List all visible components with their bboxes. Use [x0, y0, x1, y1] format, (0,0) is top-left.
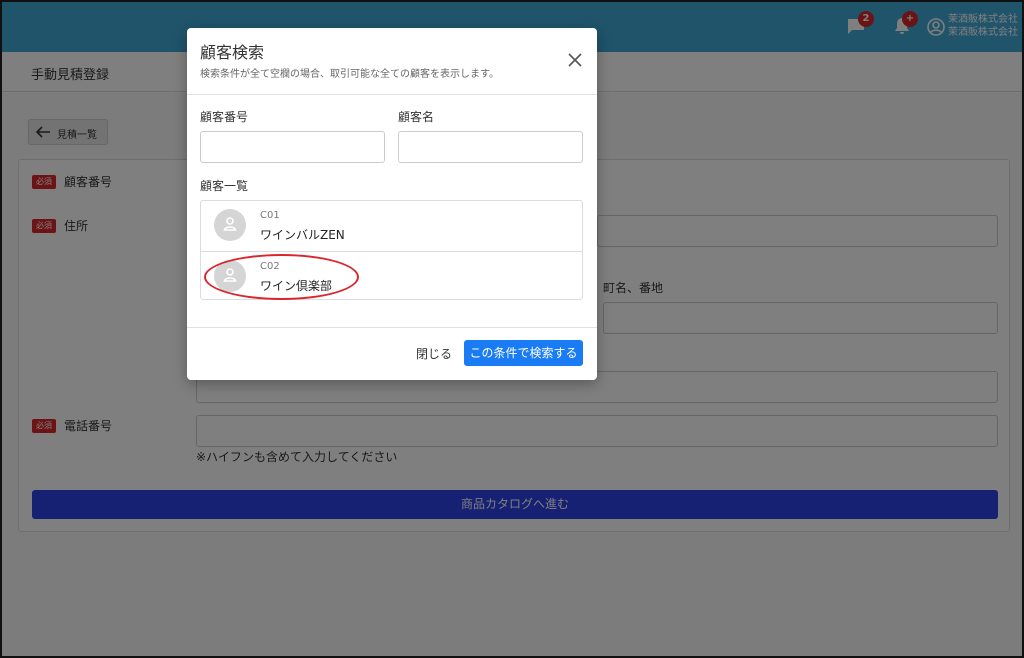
modal-divider	[187, 94, 597, 95]
customer-search-modal: 顧客検索 検索条件が全て空欄の場合、取引可能な全ての顧客を表示します。 顧客番号…	[187, 28, 597, 380]
customer-name-input[interactable]	[398, 131, 583, 163]
customer-code: C01	[260, 210, 280, 221]
close-button[interactable]: 閉じる	[416, 345, 452, 362]
customer-number-input[interactable]	[200, 131, 385, 163]
close-icon[interactable]	[567, 52, 583, 68]
avatar	[214, 209, 246, 241]
list-item[interactable]: C01 ワインバルZEN	[201, 201, 582, 250]
customer-name-label: 顧客名	[398, 110, 435, 124]
search-button[interactable]: この条件で検索する	[464, 340, 583, 366]
customer-number-label: 顧客番号	[200, 110, 249, 124]
highlight-ellipse	[204, 254, 359, 300]
modal-subtitle: 検索条件が全て空欄の場合、取引可能な全ての顧客を表示します。	[200, 69, 499, 80]
modal-title: 顧客検索	[200, 43, 265, 62]
person-icon	[223, 217, 237, 231]
app-window: 2 + 茉酒販株式会社 茉酒販株式会社 手動見積登録 見積一覧 必須 顧客番号 …	[0, 0, 1024, 658]
customer-list-label: 顧客一覧	[200, 179, 249, 193]
customer-name: ワインバルZEN	[260, 228, 345, 242]
modal-footer-divider	[187, 327, 597, 328]
